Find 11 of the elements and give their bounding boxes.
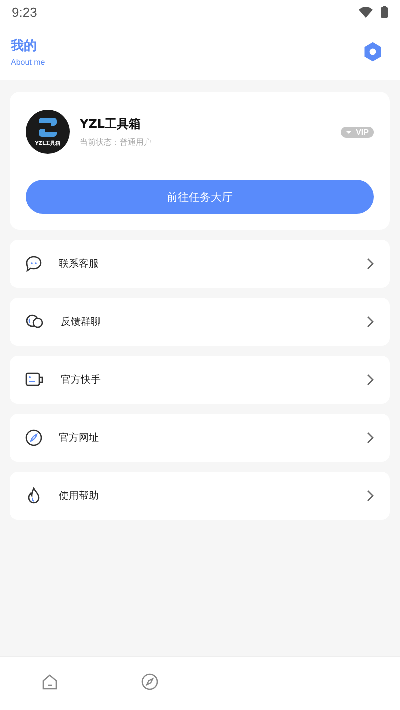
user-status: 当前状态：普通用户: [80, 137, 153, 148]
menu-item[interactable]: 官方快手: [10, 356, 390, 404]
page-title: 我的: [11, 38, 38, 55]
menu-item[interactable]: 使用帮助: [10, 472, 390, 520]
page-subtitle: About me: [11, 58, 46, 67]
status-time: 9:23: [12, 4, 38, 20]
user-name: YZL工具箱: [80, 116, 142, 133]
menu-item[interactable]: 联系客服: [10, 240, 390, 288]
menu-item[interactable]: 反馈群聊: [10, 298, 390, 346]
vip-badge: VIP: [341, 126, 374, 138]
menu-item[interactable]: 官方网址: [10, 414, 390, 462]
